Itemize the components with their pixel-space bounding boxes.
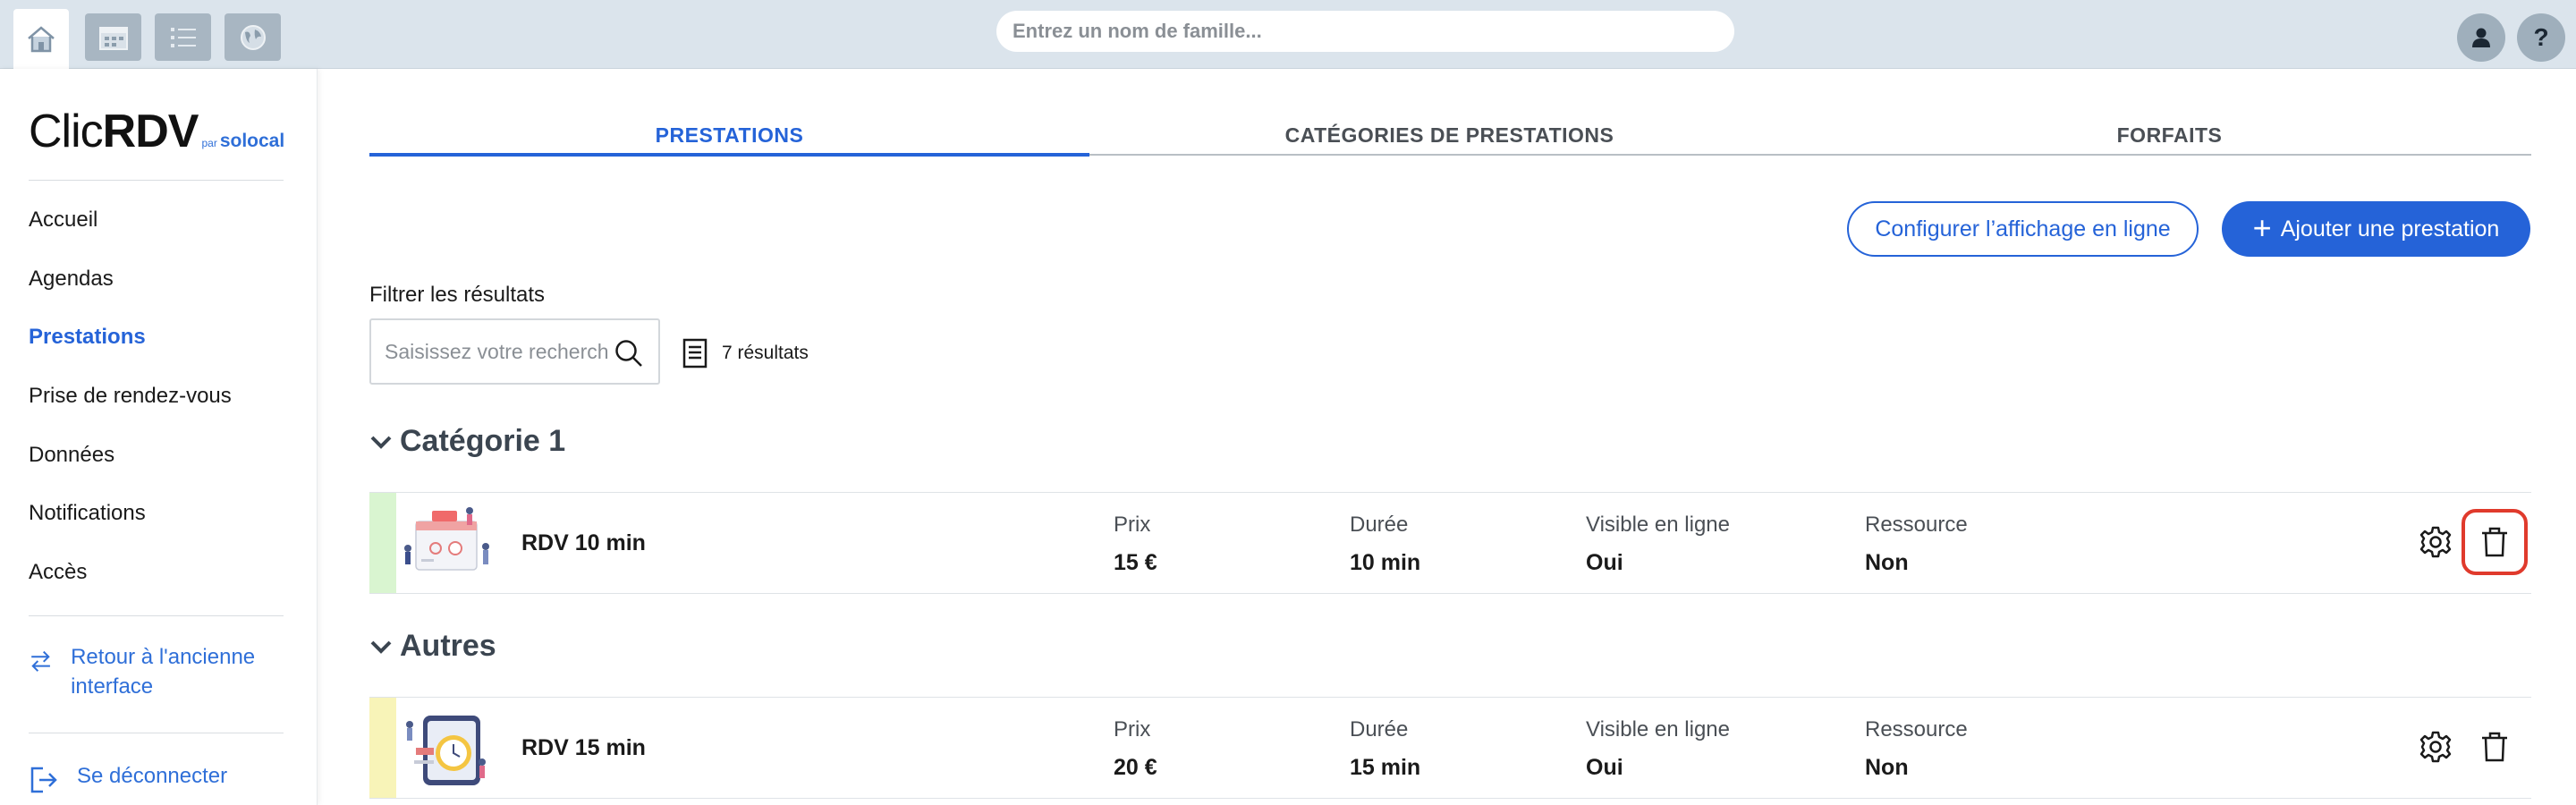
visible-online-value: Oui [1586,550,1623,575]
calendar-tab-button[interactable] [85,13,141,61]
legacy-interface-label: Retour à l'ancienne interface [71,645,256,699]
gear-icon[interactable] [2419,526,2452,558]
family-name-search-input[interactable]: Entrez un nom de famille... [996,11,1734,52]
home-icon [28,25,55,52]
visible-online-value: Oui [1586,755,1623,780]
calendar-icon [98,26,128,50]
add-prestation-button[interactable]: + Ajouter une prestation [2222,201,2530,257]
document-list-icon [682,338,708,369]
delete-button[interactable] [2462,509,2528,575]
logout-icon [30,767,57,793]
trash-icon [2482,732,2507,762]
resource-label: Ressource [1865,717,1968,741]
clock-illustration-icon [406,716,486,785]
duration-value: 10 min [1350,550,1421,575]
sidebar-item-accueil[interactable]: Accueil [29,208,97,233]
logo-rdv: RDV [102,106,199,157]
search-icon[interactable] [614,338,644,369]
add-prestation-label: Ajouter une prestation [2280,216,2500,242]
prestation-thumbnail [396,698,496,798]
sidebar-item-agendas[interactable]: Agendas [29,267,114,292]
section-tabs: PRESTATIONS CATÉGORIES DE PRESTATIONS FO… [369,118,2531,157]
category-title: Autres [400,629,496,663]
help-button[interactable]: ? [2517,13,2565,62]
duration-label: Durée [1350,513,1409,537]
globe-tab-button[interactable] [225,13,281,61]
delete-button[interactable] [2462,714,2528,780]
logout-label: Se déconnecter [77,764,228,788]
logo-solocal: solocal [219,131,285,151]
logo-clic: Clic [29,106,104,157]
sidebar-divider [29,180,284,181]
prestation-thumbnail [396,493,496,593]
chevron-down-icon[interactable] [369,433,393,451]
swap-arrows-icon [31,650,50,672]
globe-icon [240,24,266,50]
resource-label: Ressource [1865,513,1968,537]
user-icon [2472,28,2490,47]
filter-label: Filtrer les résultats [369,283,546,307]
calendar-illustration-icon [404,507,489,571]
prestation-row[interactable]: RDV 15 min Prix 20 € Durée 15 min Visibl… [369,697,2531,799]
sidebar-item-notifications[interactable]: Notifications [29,501,146,526]
resource-value: Non [1865,550,1909,575]
price-column: Prix 20 € [1114,717,1157,781]
prestation-name: RDV 15 min [521,735,646,760]
family-name-search-placeholder: Entrez un nom de famille... [1013,20,1262,42]
prestation-row[interactable]: RDV 10 min Prix 15 € Durée 10 min Visibl… [369,492,2531,594]
list-icon [170,27,196,47]
logo-by: par [201,137,217,149]
configure-online-display-label: Configurer l’affichage en ligne [1875,216,2171,242]
tab-forfaits[interactable]: FORFAITS [1809,123,2529,148]
legacy-interface-link[interactable]: Retour à l'ancienne interface [29,642,288,701]
category-color-stripe [369,698,396,798]
duration-column: Durée 10 min [1350,513,1420,576]
duration-value: 15 min [1350,755,1421,780]
duration-column: Durée 15 min [1350,717,1420,781]
duration-label: Durée [1350,717,1409,741]
resource-column: Ressource Non [1865,513,1968,576]
visible-online-column: Visible en ligne Oui [1586,717,1730,781]
result-count: 7 résultats [682,338,809,369]
trash-icon [2482,527,2507,557]
category-header[interactable]: Autres [369,629,496,664]
top-bar: Entrez un nom de famille... ? [0,0,2576,69]
logout-link[interactable]: Se déconnecter [29,761,227,795]
chevron-down-icon[interactable] [369,638,393,656]
visible-online-label: Visible en ligne [1586,717,1731,741]
clicrdv-logo: Clic RDV par solocal [29,105,284,158]
price-value: 20 € [1114,755,1157,780]
filter-search-input[interactable] [385,339,608,364]
user-account-button[interactable] [2457,13,2505,62]
resource-column: Ressource Non [1865,717,1968,781]
sidebar-item-donnees[interactable]: Données [29,443,114,468]
plus-icon: + [2252,208,2272,246]
price-column: Prix 15 € [1114,513,1157,576]
sidebar-item-prise-de-rendez-vous[interactable]: Prise de rendez-vous [29,384,232,409]
home-tab-button[interactable] [13,9,69,69]
resource-value: Non [1865,755,1909,780]
prestation-name: RDV 10 min [521,530,646,555]
sidebar-divider [29,615,284,616]
tab-categories-de-prestations[interactable]: CATÉGORIES DE PRESTATIONS [1089,123,1809,148]
list-tab-button[interactable] [155,13,211,61]
visible-online-label: Visible en ligne [1586,513,1731,537]
visible-online-column: Visible en ligne Oui [1586,513,1730,576]
help-icon: ? [2533,23,2549,51]
category-header[interactable]: Catégorie 1 [369,424,565,459]
price-label: Prix [1114,717,1151,741]
configure-online-display-button[interactable]: Configurer l’affichage en ligne [1847,201,2199,257]
category-color-stripe [369,493,396,593]
price-value: 15 € [1114,550,1157,575]
category-title: Catégorie 1 [400,424,566,458]
sidebar-item-prestations[interactable]: Prestations [29,325,146,350]
filter-search-field[interactable] [369,318,660,385]
gear-icon[interactable] [2419,731,2452,763]
sidebar-item-acces[interactable]: Accès [29,560,87,585]
price-label: Prix [1114,513,1151,537]
result-count-label: 7 résultats [722,343,809,363]
active-tab-indicator [369,153,1089,157]
sidebar: Clic RDV par solocal Accueil Agendas Presta… [0,69,318,805]
tab-prestations[interactable]: PRESTATIONS [369,123,1089,148]
